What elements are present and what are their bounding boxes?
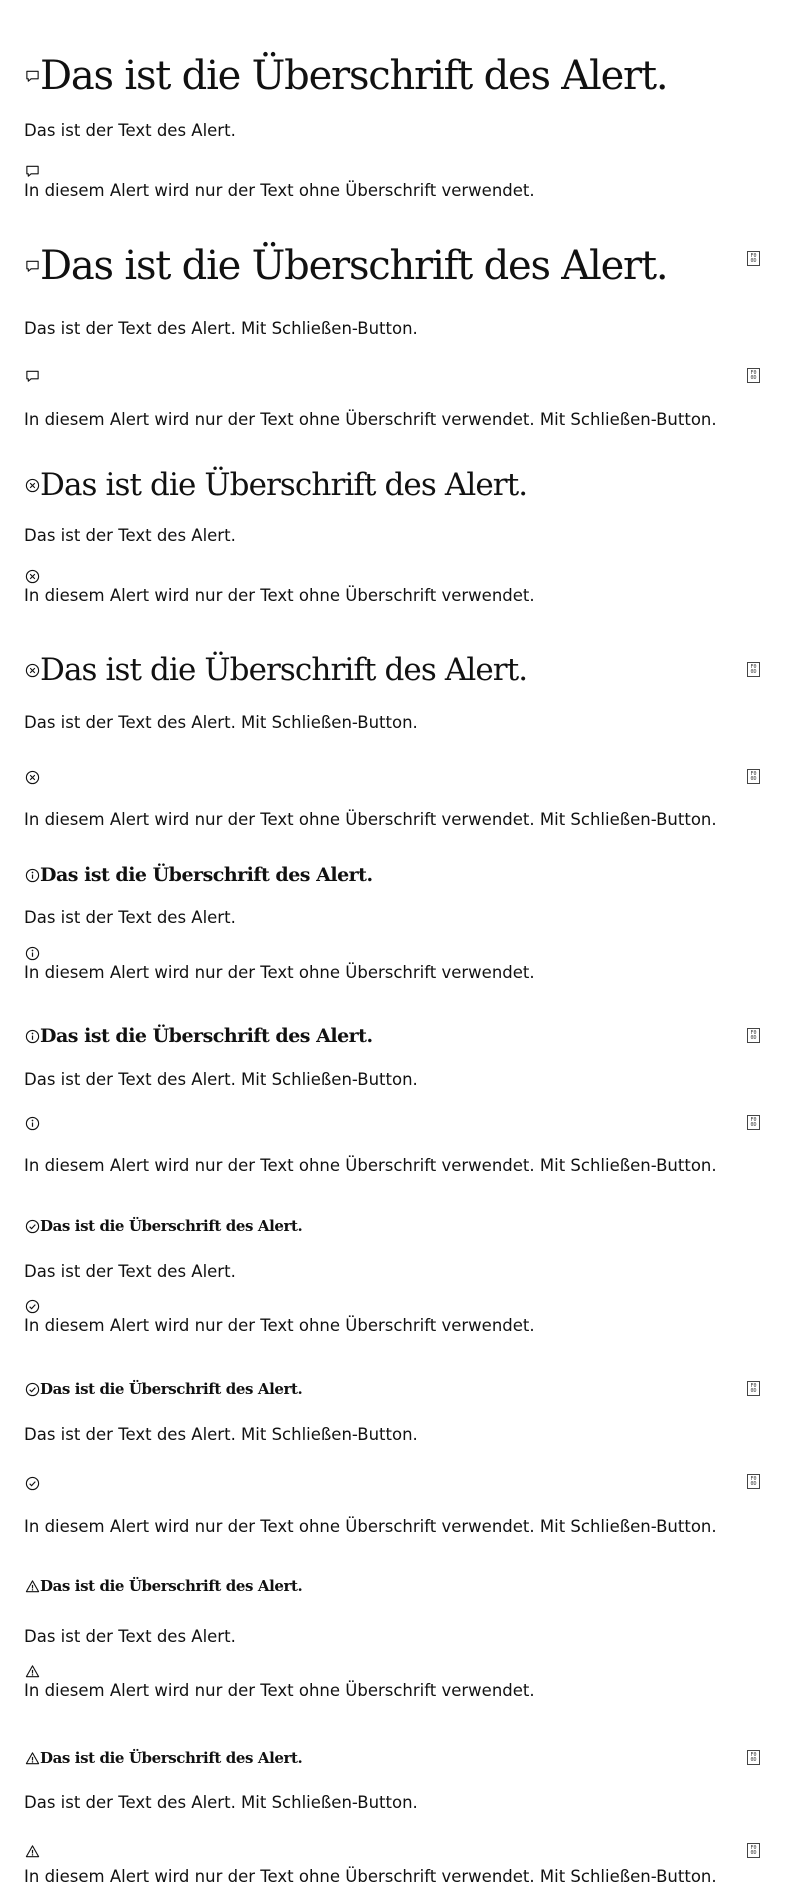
alert-heading: Das ist die Überschrift des Alert. [40,467,528,503]
circle-info-icon [24,1115,40,1131]
close-button[interactable]: F0 0D [747,1843,760,1858]
alert-text: In diesem Alert wird nur der Text ohne Ü… [24,410,717,429]
alert-heading: Das ist die Überschrift des Alert. [40,652,528,688]
alert-info-text-only: In diesem Alert wird nur der Text ohne Ü… [24,944,776,984]
alert-heading: Das ist die Überschrift des Alert. [40,1025,373,1047]
circle-info-icon [24,945,40,961]
circle-x-icon [24,477,40,493]
close-glyph-bottom: 0D [750,775,757,782]
close-button[interactable]: F0 0D [747,251,760,266]
alert-success-text-only: In diesem Alert wird nur der Text ohne Ü… [24,1297,776,1337]
alert-heading: Das ist die Überschrift des Alert. [40,1217,303,1235]
alert-text: In diesem Alert wird nur der Text ohne Ü… [24,1517,717,1536]
close-button[interactable]: F0 0D [747,1381,760,1396]
warning-triangle-icon [24,1578,40,1594]
alerts-container: Das ist die Überschrift des Alert. Das i… [24,0,776,1893]
alert-success-with-heading: Das ist die Überschrift des Alert. Das i… [24,1215,776,1283]
alert-heading: Das ist die Überschrift des Alert. [40,1577,303,1595]
alert-error-with-heading-closable: Das ist die Überschrift des Alert. F0 0D… [24,650,776,734]
alert-text: In diesem Alert wird nur der Text ohne Ü… [24,181,535,200]
alert-warning-text-only-closable: F0 0D In diesem Alert wird nur der Text … [24,1842,776,1888]
alert-warning-with-heading: Das ist die Überschrift des Alert. Das i… [24,1575,776,1648]
alert-text: In diesem Alert wird nur der Text ohne Ü… [24,810,717,829]
warning-triangle-icon [24,1843,40,1859]
close-glyph-bottom: 0D [750,1121,757,1128]
close-glyph-bottom: 0D [750,1387,757,1394]
close-glyph-bottom: 0D [750,1034,757,1041]
circle-info-icon [24,1028,40,1044]
warning-triangle-icon [24,1663,40,1679]
alert-error-with-heading: Das ist die Überschrift des Alert. Das i… [24,465,776,547]
alert-text: In diesem Alert wird nur der Text ohne Ü… [24,1156,717,1175]
alert-success-text-only-closable: F0 0D In diesem Alert wird nur der Text … [24,1474,776,1538]
circle-check-icon [24,1298,40,1314]
alert-text: Das ist der Text des Alert. [24,121,236,140]
circle-info-icon [24,867,40,883]
close-button[interactable]: F0 0D [747,1115,760,1130]
close-button[interactable]: F0 0D [747,662,760,677]
alert-heading: Das ist die Überschrift des Alert. [40,243,669,289]
alert-text: Das ist der Text des Alert. Mit Schließe… [24,319,418,338]
alert-heading: Das ist die Überschrift des Alert. [40,1380,303,1398]
alert-info-text-only-closable: F0 0D In diesem Alert wird nur der Text … [24,1114,776,1177]
close-glyph-bottom: 0D [750,257,757,264]
circle-x-icon [24,769,40,785]
alert-default-text-only-closable: F0 0D In diesem Alert wird nur der Text … [24,367,776,431]
speech-bubble-icon [24,368,40,384]
alert-text: In diesem Alert wird nur der Text ohne Ü… [24,1867,717,1886]
close-glyph-bottom: 0D [750,1756,757,1763]
close-glyph-bottom: 0D [750,374,757,381]
warning-triangle-icon [24,1750,40,1766]
close-button[interactable]: F0 0D [747,1028,760,1043]
circle-x-icon [24,662,40,678]
speech-bubble-icon [24,163,40,179]
alert-text: Das ist der Text des Alert. [24,526,236,545]
alert-text: In diesem Alert wird nur der Text ohne Ü… [24,586,535,605]
circle-check-icon [24,1475,40,1491]
alert-info-with-heading: Das ist die Überschrift des Alert. Das i… [24,862,776,929]
alert-default-with-heading: Das ist die Überschrift des Alert. Das i… [24,52,776,142]
alert-warning-text-only: In diesem Alert wird nur der Text ohne Ü… [24,1662,776,1702]
alert-error-text-only-closable: F0 0D In diesem Alert wird nur der Text … [24,768,776,831]
alert-heading: Das ist die Überschrift des Alert. [40,864,373,886]
alert-heading: Das ist die Überschrift des Alert. [40,53,669,99]
alert-text: Das ist der Text des Alert. [24,908,236,927]
close-glyph-bottom: 0D [750,1849,757,1856]
alert-default-with-heading-closable: Das ist die Überschrift des Alert. F0 0D… [24,242,776,340]
alert-heading: Das ist die Überschrift des Alert. [40,1749,303,1767]
alert-text: Das ist der Text des Alert. Mit Schließe… [24,1070,418,1089]
close-button[interactable]: F0 0D [747,368,760,383]
alert-text: Das ist der Text des Alert. Mit Schließe… [24,1425,418,1444]
alert-text: Das ist der Text des Alert. [24,1262,236,1281]
alert-warning-with-heading-closable: Das ist die Überschrift des Alert. F0 0D… [24,1747,776,1814]
alert-info-with-heading-closable: Das ist die Überschrift des Alert. F0 0D… [24,1023,776,1091]
alert-success-with-heading-closable: Das ist die Überschrift des Alert. F0 0D… [24,1378,776,1446]
alert-text: In diesem Alert wird nur der Text ohne Ü… [24,1316,535,1335]
alert-text: In diesem Alert wird nur der Text ohne Ü… [24,963,535,982]
alert-default-text-only: In diesem Alert wird nur der Text ohne Ü… [24,162,776,202]
circle-x-icon [24,568,40,584]
close-button[interactable]: F0 0D [747,1750,760,1765]
close-button[interactable]: F0 0D [747,769,760,784]
speech-bubble-icon [24,68,40,84]
close-button[interactable]: F0 0D [747,1474,760,1489]
alert-error-text-only: In diesem Alert wird nur der Text ohne Ü… [24,567,776,607]
circle-check-icon [24,1381,40,1397]
alert-text: Das ist der Text des Alert. Mit Schließe… [24,713,418,732]
close-glyph-bottom: 0D [750,668,757,675]
close-glyph-bottom: 0D [750,1480,757,1487]
alert-text: Das ist der Text des Alert. Mit Schließe… [24,1793,418,1812]
alert-text: In diesem Alert wird nur der Text ohne Ü… [24,1681,535,1700]
alert-text: Das ist der Text des Alert. [24,1627,236,1646]
speech-bubble-icon [24,258,40,274]
circle-check-icon [24,1218,40,1234]
